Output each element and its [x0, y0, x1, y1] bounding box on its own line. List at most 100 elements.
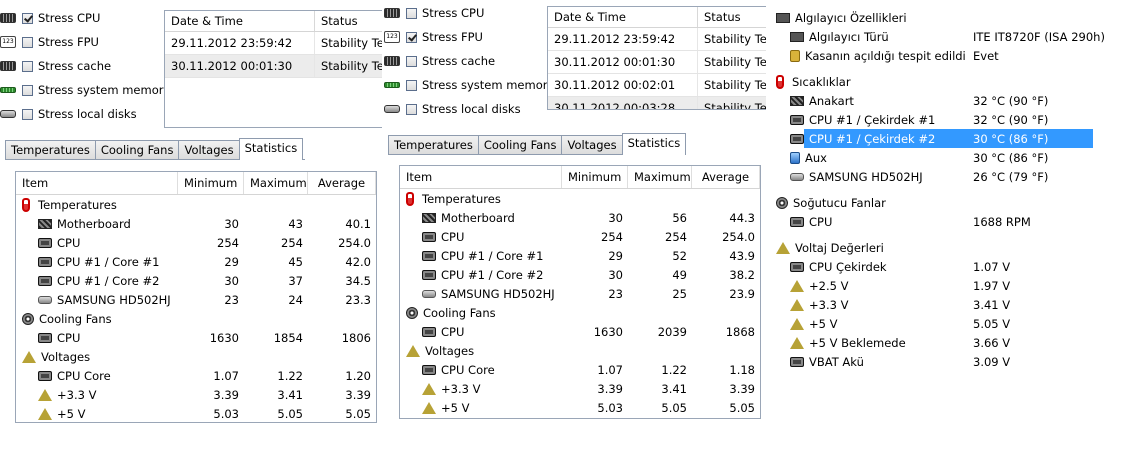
statistics-row[interactable]: Motherboard 30 43 40.1: [16, 214, 376, 233]
statistics-group-row[interactable]: Voltages: [400, 341, 760, 360]
stress-checkbox[interactable]: [406, 55, 417, 67]
statistics-maximum: 5.05: [277, 406, 303, 421]
log-status: Stability Te: [698, 51, 766, 73]
statistics-row[interactable]: +5 V 5.03 5.05 5.05: [400, 398, 760, 417]
log-row[interactable]: 30.11.2012 00:01:30 Stability Te: [165, 55, 382, 78]
stress-checkbox[interactable]: [22, 60, 33, 72]
motherboard-icon: [38, 218, 52, 229]
log-row[interactable]: 30.11.2012 00:02:01 Stability Te: [548, 74, 766, 97]
sensor-item[interactable]: +3.3 V: [790, 295, 848, 314]
sensor-item[interactable]: +5 V Beklemede: [790, 333, 906, 352]
statistics-group-row[interactable]: Temperatures: [16, 195, 376, 214]
stress-option-0[interactable]: Stress CPU: [384, 4, 484, 22]
statistics-group-row[interactable]: Temperatures: [400, 189, 760, 208]
sensor-item[interactable]: Aux: [790, 148, 827, 167]
statistics-row[interactable]: SAMSUNG HD502HJ 23 25 23.9: [400, 284, 760, 303]
statistics-column-header[interactable]: Minimum: [178, 172, 244, 194]
sensor-item[interactable]: CPU #1 / Çekirdek #1: [790, 110, 935, 129]
statistics-row[interactable]: CPU 1630 2039 1868: [400, 322, 760, 341]
stress-checkbox[interactable]: [22, 36, 33, 48]
tab-temperatures[interactable]: Temperatures: [388, 135, 479, 154]
stress-option-0[interactable]: Stress CPU: [0, 9, 100, 27]
statistics-row[interactable]: +3.3 V 3.39 3.41 3.39: [16, 385, 376, 404]
tab-cooling-fans[interactable]: Cooling Fans: [94, 140, 180, 159]
statistics-row[interactable]: CPU #1 / Core #1 29 52 43.9: [400, 246, 760, 265]
log-row[interactable]: 30.11.2012 00:03:28 Stability Te: [548, 97, 766, 109]
statistics-average: 40.1: [345, 216, 371, 231]
stress-checkbox[interactable]: [406, 79, 417, 91]
sensor-item[interactable]: +2.5 V: [790, 276, 848, 295]
statistics-group-row[interactable]: Cooling Fans: [400, 303, 760, 322]
statistics-item-name: CPU: [57, 330, 81, 345]
log-column-header[interactable]: Status: [315, 11, 382, 31]
stress-option-2[interactable]: Stress cache: [0, 57, 111, 75]
stress-option-1[interactable]: 123 Stress FPU: [384, 28, 483, 46]
sensor-group[interactable]: Soğutucu Fanlar: [776, 193, 886, 212]
statistics-column-header[interactable]: Item: [400, 166, 562, 188]
statistics-column-header[interactable]: Maximum: [628, 166, 692, 188]
log-column-header[interactable]: Status: [698, 7, 766, 27]
stress-option-4[interactable]: Stress local disks: [0, 105, 137, 123]
stress-checkbox[interactable]: [22, 12, 33, 24]
statistics-column-header[interactable]: Average: [692, 166, 760, 188]
statistics-group-row[interactable]: Voltages: [16, 347, 376, 366]
stress-option-3[interactable]: Stress system memory: [0, 81, 170, 99]
stress-option-2[interactable]: Stress cache: [384, 52, 495, 70]
sensor-item[interactable]: Kasanın açıldığı tespit edildi: [790, 46, 966, 65]
statistics-row[interactable]: CPU #1 / Core #2 30 37 34.5: [16, 271, 376, 290]
log-row[interactable]: 29.11.2012 23:59:42 Stability Te: [165, 32, 382, 55]
statistics-row[interactable]: CPU Core 1.07 1.22 1.20: [16, 366, 376, 385]
sensor-item[interactable]: SAMSUNG HD502HJ: [790, 167, 923, 186]
tab-statistics[interactable]: Statistics: [238, 138, 304, 160]
stress-option-1[interactable]: 123 Stress FPU: [0, 33, 99, 51]
sensor-item[interactable]: VBAT Akü: [790, 352, 864, 371]
log-column-header[interactable]: Date & Time: [548, 7, 698, 27]
statistics-average: 254.0: [338, 235, 371, 250]
stress-checkbox[interactable]: [406, 7, 417, 19]
statistics-row[interactable]: +5 V 5.03 5.05 5.05: [16, 404, 376, 422]
sensor-group[interactable]: Voltaj Değerleri: [776, 238, 884, 257]
cpu-icon: [790, 261, 804, 272]
stress-option-4[interactable]: Stress local disks: [384, 100, 521, 118]
statistics-row[interactable]: CPU 254 254 254.0: [400, 227, 760, 246]
statistics-group-row[interactable]: Cooling Fans: [16, 309, 376, 328]
statistics-column-header[interactable]: Item: [16, 172, 178, 194]
statistics-row[interactable]: Motherboard 30 56 44.3: [400, 208, 760, 227]
log-column-header[interactable]: Date & Time: [165, 11, 315, 31]
stress-option-label: Stress system memory: [38, 83, 171, 97]
tab-statistics[interactable]: Statistics: [621, 133, 687, 155]
statistics-row[interactable]: +3.3 V 3.39 3.41 3.39: [400, 379, 760, 398]
stress-checkbox[interactable]: [406, 103, 417, 115]
sensor-group[interactable]: Algılayıcı Özellikleri: [776, 8, 907, 27]
sensor-name: Soğutucu Fanlar: [793, 195, 886, 210]
sensor-item[interactable]: CPU #1 / Çekirdek #2: [790, 129, 935, 148]
sensor-item[interactable]: CPU: [790, 212, 832, 231]
statistics-row[interactable]: CPU #1 / Core #2 30 49 38.2: [400, 265, 760, 284]
statistics-item-name: Temperatures: [422, 191, 501, 206]
stress-option-3[interactable]: Stress system memory: [384, 76, 554, 94]
sensor-item[interactable]: Anakart: [790, 91, 854, 110]
sensor-item[interactable]: Algılayıcı Türü: [790, 27, 889, 46]
statistics-column-header[interactable]: Minimum: [562, 166, 628, 188]
statistics-row[interactable]: CPU #1 / Core #1 29 45 42.0: [16, 252, 376, 271]
tab-voltages[interactable]: Voltages: [178, 140, 240, 159]
stress-checkbox[interactable]: [22, 108, 33, 120]
voltage-icon: [790, 279, 804, 292]
sensor-group[interactable]: Sıcaklıklar: [776, 72, 851, 91]
log-row[interactable]: 30.11.2012 00:01:30 Stability Te: [548, 51, 766, 74]
log-row[interactable]: 29.11.2012 23:59:42 Stability Te: [548, 28, 766, 51]
tab-temperatures[interactable]: Temperatures: [5, 140, 96, 159]
statistics-row[interactable]: SAMSUNG HD502HJ 23 24 23.3: [16, 290, 376, 309]
tab-voltages[interactable]: Voltages: [561, 135, 623, 154]
statistics-column-header[interactable]: Average: [308, 172, 376, 194]
stress-checkbox[interactable]: [22, 84, 33, 96]
tab-cooling-fans[interactable]: Cooling Fans: [477, 135, 563, 154]
sensor-item[interactable]: +5 V: [790, 314, 837, 333]
stress-checkbox[interactable]: [406, 31, 417, 43]
statistics-row[interactable]: CPU 254 254 254.0: [16, 233, 376, 252]
statistics-row[interactable]: CPU 1630 1854 1806: [16, 328, 376, 347]
statistics-average: 43.9: [729, 248, 755, 263]
statistics-row[interactable]: CPU Core 1.07 1.22 1.18: [400, 360, 760, 379]
sensor-item[interactable]: CPU Çekirdek: [790, 257, 887, 276]
statistics-column-header[interactable]: Maximum: [244, 172, 308, 194]
